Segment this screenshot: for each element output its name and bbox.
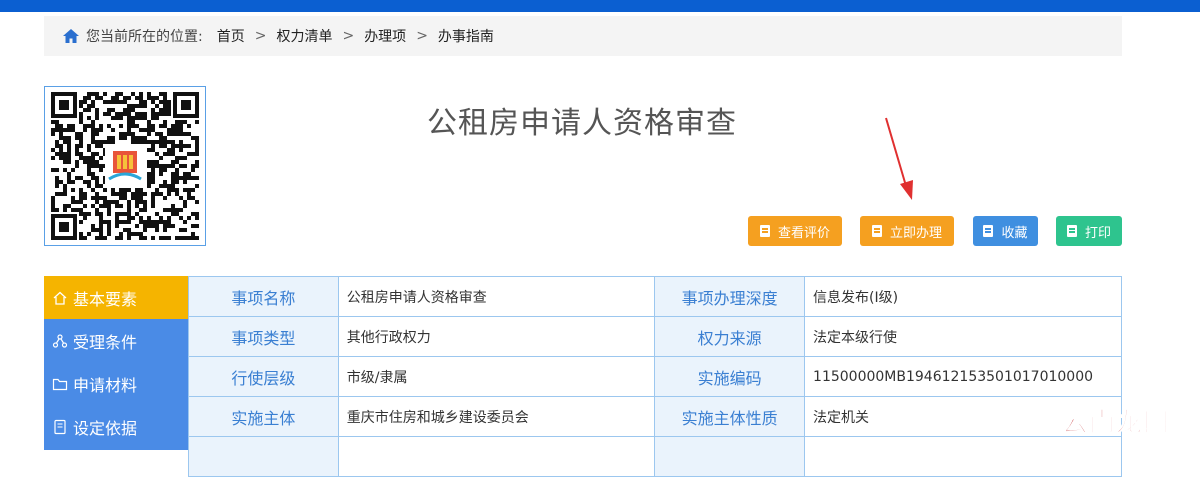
- sidebar-item-label: 基本要素: [73, 289, 138, 309]
- table-key-cell: 实施主体: [188, 396, 339, 437]
- sidebar-item-acceptance-conditions[interactable]: 受理条件: [44, 319, 188, 362]
- table-value-cell: 市级/隶属: [337, 356, 656, 397]
- sidebar-item-application-materials[interactable]: 申请材料: [44, 362, 188, 405]
- document-icon: [871, 225, 882, 237]
- table-key-cell: [188, 436, 339, 477]
- table-value-cell: 法定本级行使: [804, 316, 1122, 357]
- document-icon: [983, 225, 994, 237]
- table-row: 事项名称 公租房申请人资格审查 事项办理深度 信息发布(Ⅰ级): [188, 276, 1122, 317]
- view-review-button[interactable]: 查看评价: [748, 216, 842, 246]
- print-button[interactable]: 打印: [1056, 216, 1122, 246]
- table-key-cell: 行使层级: [188, 356, 339, 397]
- qr-code-image: [44, 86, 206, 246]
- breadcrumb-link-home[interactable]: 首页: [217, 26, 245, 46]
- favorite-button[interactable]: 收藏: [973, 216, 1038, 246]
- table-key-cell: 事项名称: [188, 276, 339, 317]
- page-title: 公租房申请人资格审查: [427, 106, 737, 141]
- top-banner-bar: [0, 0, 1200, 12]
- table-row: 事项类型 其他行政权力 权力来源 法定本级行使: [188, 316, 1122, 357]
- network-icon: [52, 333, 68, 349]
- site-watermark: 云南龙网: [1061, 408, 1171, 439]
- sidebar-nav: 基本要素 受理条件 申请材料 设定依据: [44, 276, 188, 450]
- table-key-cell: [654, 436, 806, 477]
- table-key-cell: 事项办理深度: [654, 276, 806, 317]
- sidebar-item-basic-elements[interactable]: 基本要素: [44, 276, 188, 319]
- folder-icon: [52, 376, 68, 392]
- table-value-cell: 信息发布(Ⅰ级): [804, 276, 1122, 317]
- breadcrumb: 您当前所在的位置: 首页 > 权力清单 > 办理项 > 办事指南: [44, 16, 1122, 56]
- breadcrumb-link-power-list[interactable]: 权力清单: [276, 26, 332, 46]
- table-key-cell: 实施主体性质: [654, 396, 806, 437]
- table-value-cell: 重庆市住房和城乡建设委员会: [337, 396, 656, 437]
- apply-now-button[interactable]: 立即办理: [860, 216, 954, 246]
- breadcrumb-separator: >: [416, 28, 428, 44]
- breadcrumb-separator: >: [342, 28, 355, 44]
- table-key-cell: 权力来源: [654, 316, 806, 357]
- document-icon: [52, 419, 68, 435]
- table-value-cell: 11500000MB194612153501017010000: [804, 356, 1122, 397]
- breadcrumb-link-items[interactable]: 办理项: [364, 26, 406, 46]
- document-icon: [759, 225, 770, 237]
- item-info-table: 事项名称 公租房申请人资格审查 事项办理深度 信息发布(Ⅰ级) 事项类型 其他行…: [188, 276, 1122, 477]
- table-row: 实施主体 重庆市住房和城乡建设委员会 实施主体性质 法定机关: [188, 396, 1122, 437]
- table-value-cell: [804, 436, 1122, 477]
- breadcrumb-label: 您当前所在的位置:: [86, 29, 203, 45]
- breadcrumb-link-guide[interactable]: 办事指南: [438, 26, 494, 46]
- table-value-cell: 其他行政权力: [337, 316, 656, 357]
- table-value-cell: [337, 436, 656, 477]
- table-key-cell: 实施编码: [654, 356, 806, 397]
- sidebar-item-label: 设定依据: [73, 418, 138, 438]
- table-value-cell: 公租房申请人资格审查: [337, 276, 656, 317]
- table-row: 行使层级 市级/隶属 实施编码 11500000MB19461215350101…: [188, 356, 1122, 397]
- sidebar-item-label: 申请材料: [73, 375, 138, 395]
- sidebar-item-label: 受理条件: [73, 332, 138, 352]
- red-arrow-annotation: [885, 117, 913, 200]
- breadcrumb-separator: >: [254, 28, 267, 44]
- table-row: [188, 436, 1122, 477]
- home-outline-icon: [52, 290, 68, 306]
- sidebar-item-legal-basis[interactable]: 设定依据: [44, 405, 188, 448]
- document-icon: [1066, 225, 1077, 237]
- home-icon: [62, 27, 80, 45]
- table-key-cell: 事项类型: [188, 316, 339, 357]
